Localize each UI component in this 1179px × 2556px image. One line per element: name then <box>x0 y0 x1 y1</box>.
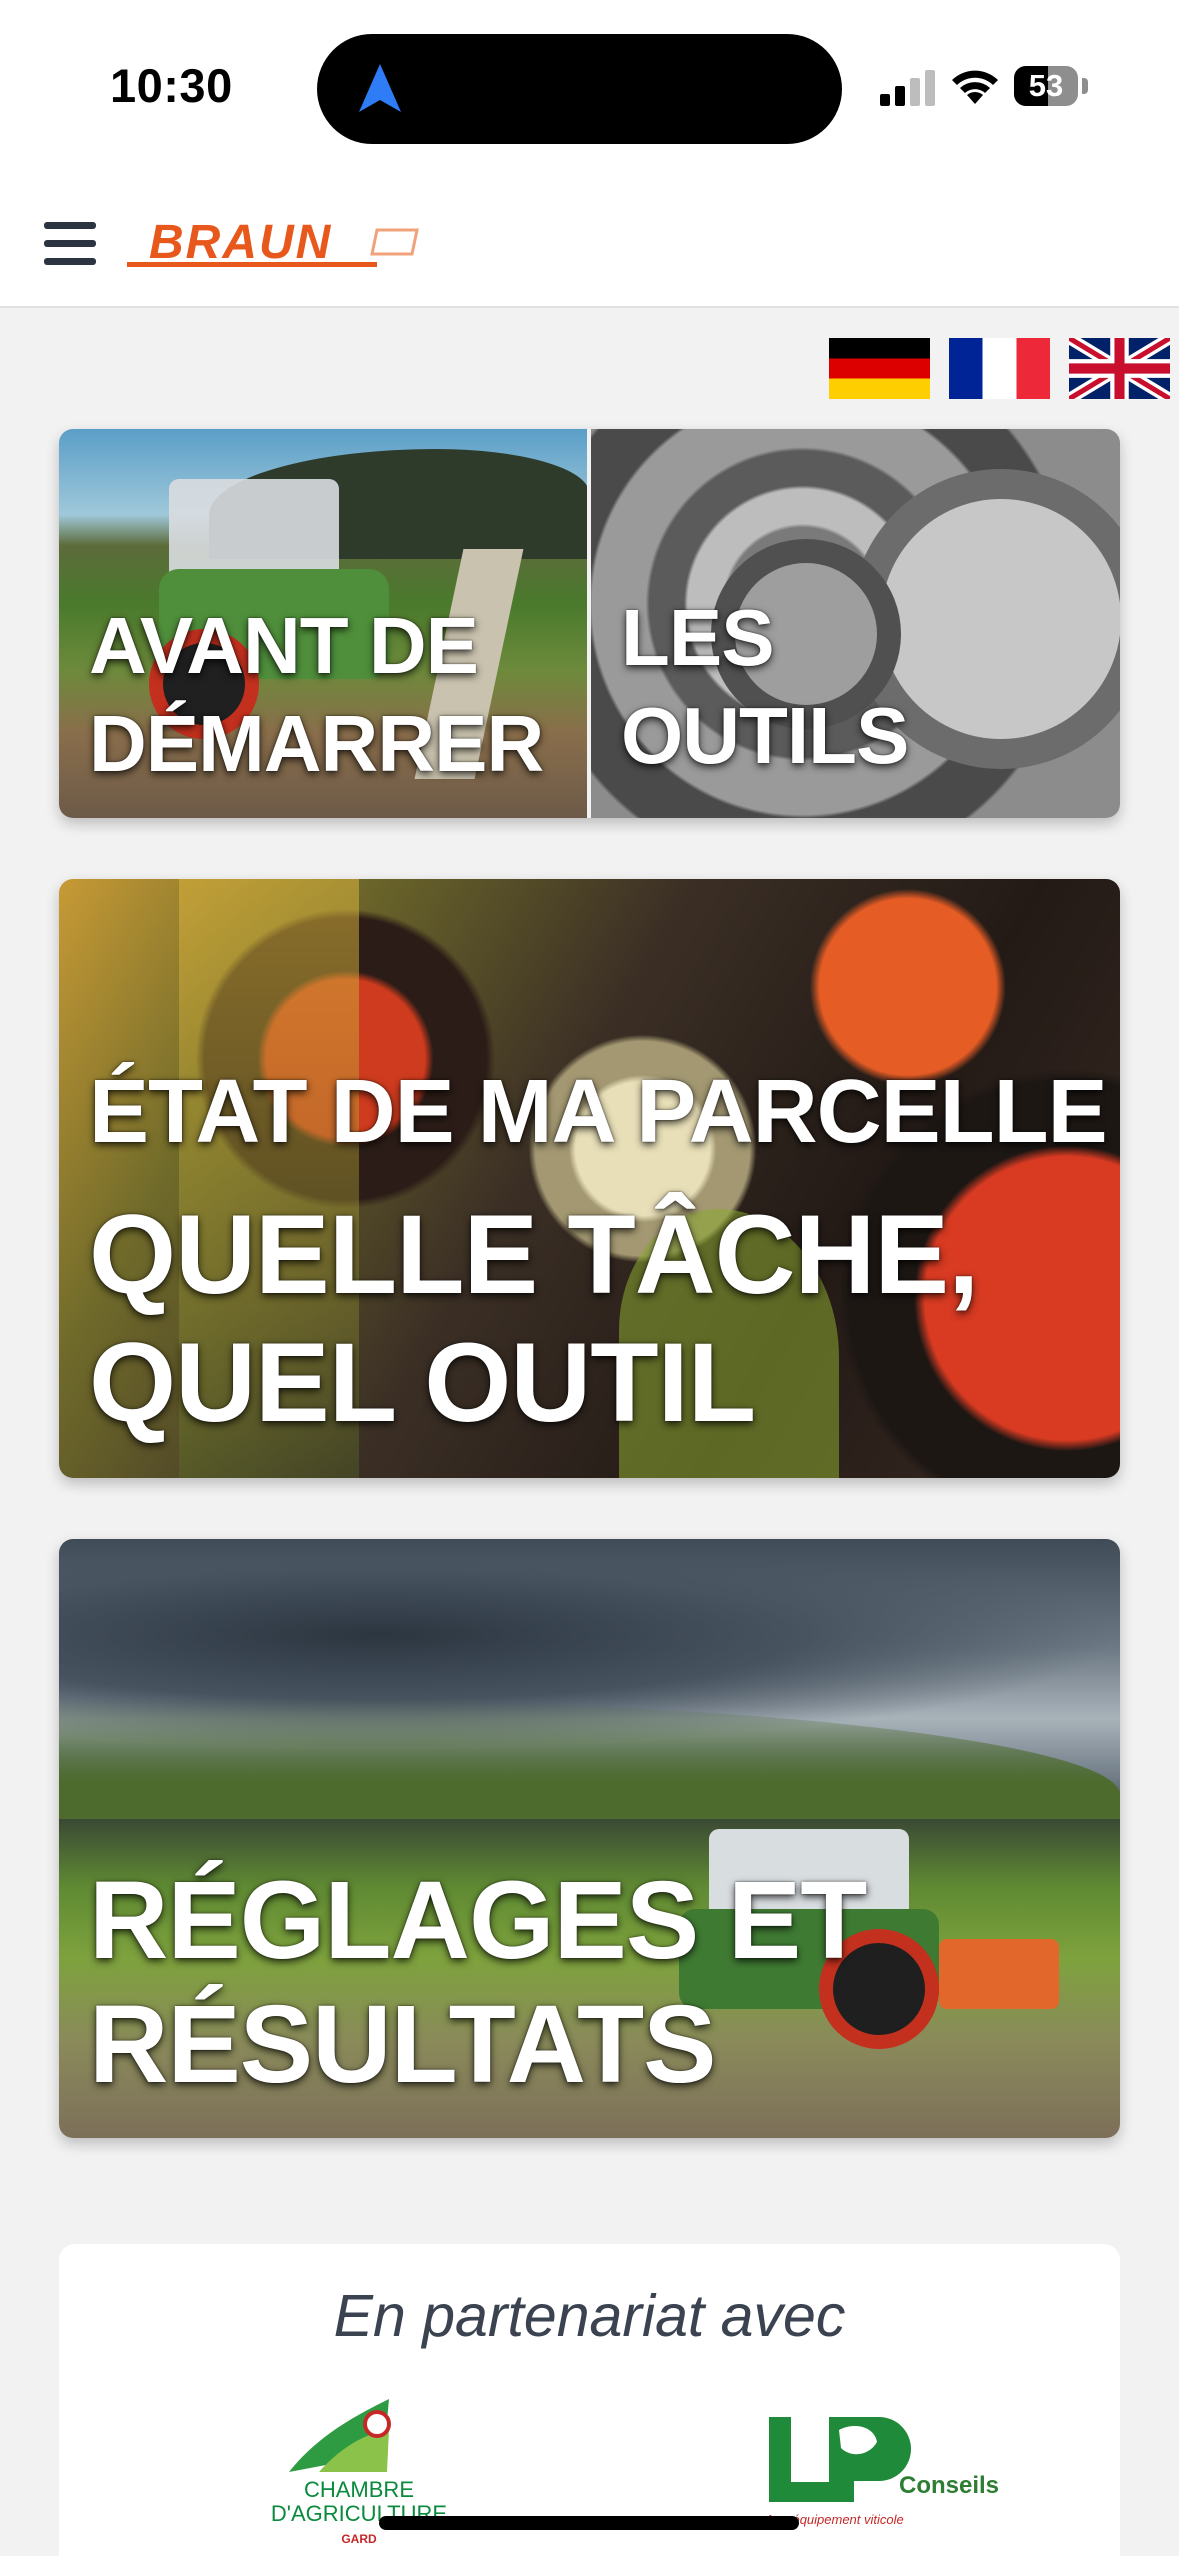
app-header: BRAUN <box>0 170 1179 308</box>
braun-logo[interactable]: BRAUN <box>127 214 427 274</box>
menu-line <box>44 258 96 265</box>
card-label: RÉGLAGES ET RÉSULTATS <box>89 1859 867 2107</box>
brand-logo-text: BRAUN <box>149 216 332 269</box>
navigation-arrow-icon <box>359 64 401 112</box>
card-subtitle: ÉTAT DE MA PARCELLE <box>89 1062 1108 1162</box>
implement-shape <box>939 1939 1059 2009</box>
card-label-line: LES <box>621 593 775 682</box>
cellular-signal-icon <box>880 70 935 106</box>
card-label-line: AVANT DE <box>89 601 479 690</box>
chambre-line: CHAMBRE <box>303 2477 414 2502</box>
menu-line <box>44 240 96 247</box>
flag-uk[interactable] <box>1069 338 1170 399</box>
battery-level: 53 <box>1028 68 1064 103</box>
flag-german[interactable] <box>829 338 930 399</box>
card-label: AVANT DE DÉMARRER <box>89 597 544 793</box>
card-etat-de-ma-parcelle[interactable]: ÉTAT DE MA PARCELLE QUELLE TÂCHE, QUEL O… <box>59 879 1120 1478</box>
card-avant-de-demarrer[interactable]: AVANT DE DÉMARRER <box>59 429 587 818</box>
flag-french[interactable] <box>949 338 1050 399</box>
chambre-agriculture-logo[interactable]: CHAMBRE D'AGRICULTURE GARD <box>259 2394 459 2554</box>
partners-section: En partenariat avec CHAMBRE D'AGRICULTUR… <box>59 2244 1120 2556</box>
card-label-line: OUTILS <box>621 691 909 780</box>
card-label: QUELLE TÂCHE, QUEL OUTIL <box>89 1191 979 1447</box>
menu-line <box>44 222 96 229</box>
card-label-line: RÉSULTATS <box>89 1983 717 2106</box>
chambre-agriculture-region: GARD <box>341 2532 377 2546</box>
card-label-line: RÉGLAGES ET <box>89 1859 867 1982</box>
card-les-outils[interactable]: LES OUTILS <box>591 429 1120 818</box>
card-divider <box>587 429 591 818</box>
status-time: 10:30 <box>110 59 233 112</box>
wifi-icon <box>952 70 998 104</box>
top-cards-row: AVANT DE DÉMARRER LES OUTILS <box>59 429 1120 818</box>
battery-icon: 53 <box>1014 66 1078 106</box>
lp-conseils-tagline: Agroéquipement viticole <box>765 2512 904 2527</box>
lp-conseils-name: Conseils <box>899 2472 1000 2499</box>
card-label-line: QUEL OUTIL <box>89 1320 756 1445</box>
card-label: LES OUTILS <box>621 589 909 785</box>
dynamic-island <box>317 34 842 144</box>
partners-title: En partenariat avec <box>333 2283 846 2349</box>
hamburger-menu-icon[interactable] <box>44 222 96 268</box>
card-reglages-et-resultats[interactable]: RÉGLAGES ET RÉSULTATS <box>59 1539 1120 2138</box>
battery-cap <box>1082 78 1088 94</box>
chambre-agriculture-emblem <box>289 2399 391 2472</box>
home-indicator[interactable] <box>379 2516 799 2530</box>
card-label-line: QUELLE TÂCHE, <box>89 1192 979 1317</box>
card-label-line: DÉMARRER <box>89 699 544 788</box>
status-bar: 10:30 53 <box>0 0 1179 170</box>
